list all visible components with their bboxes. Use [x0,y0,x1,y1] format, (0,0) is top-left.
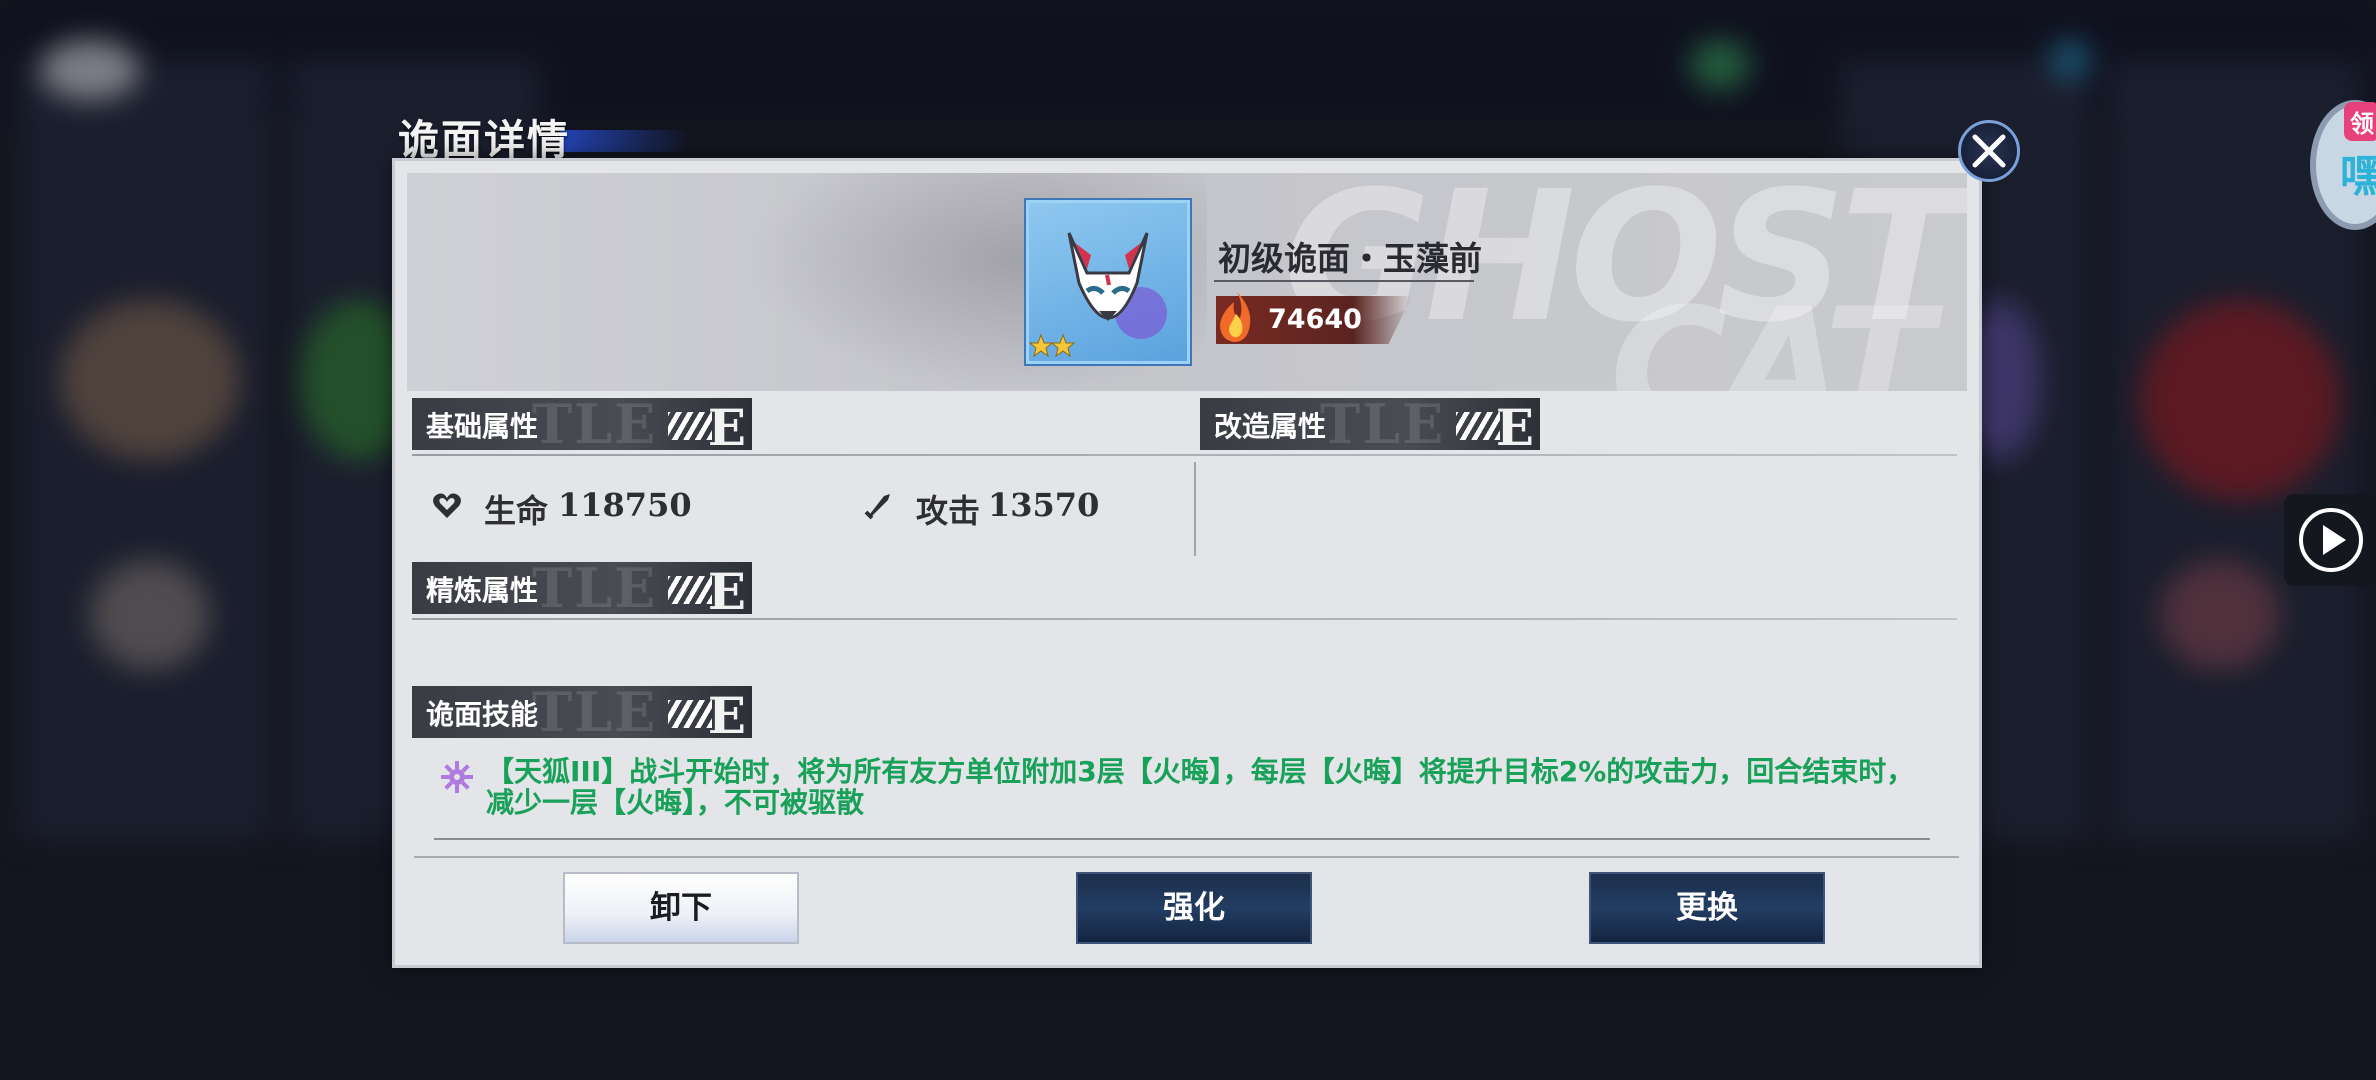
close-button[interactable] [1958,120,2020,182]
heart-icon [433,493,461,518]
atk-label: 攻击 [916,492,981,530]
sword-icon [864,494,890,520]
enhance-button[interactable]: 强化 [1076,872,1312,944]
skill-gear-icon [441,761,473,793]
flame-icon [1220,292,1251,342]
section-title-modify: 改造属性 [1214,410,1327,443]
buttons-divider [414,856,1959,858]
unequip-button[interactable]: 卸下 [563,872,799,944]
section-header-modify: TLE E 改造属性 [1200,398,1540,450]
replace-button[interactable]: 更换 [1589,872,1825,944]
section-header-base: TLE E 基础属性 [412,398,752,450]
title-accent [560,130,690,152]
banner-watermark-2: CAT [1609,273,1933,391]
stats-vertical-divider [1194,462,1196,556]
section-title-skill: 诡面技能 [426,698,539,731]
section-header-refine: TLE E 精炼属性 [412,562,752,614]
section-divider-refine [412,618,1957,620]
side-avatar-char: 嘿 [2340,151,2376,202]
modal-title: 诡面详情 [398,116,570,164]
skill-divider [434,838,1930,840]
power-value: 74640 [1268,304,1362,335]
side-play-button[interactable] [2284,494,2376,586]
section-divider [412,454,1957,456]
section-header-skill: TLE E 诡面技能 [412,686,752,738]
item-name: 初级诡面・玉藻前 [1218,239,1482,278]
star-rating-icon [1029,333,1076,358]
hp-value: 118750 [558,486,692,524]
skill-description: 【天狐III】战斗开始时，将为所有友方单位附加3层【火晦】，每层【火晦】将提升目… [486,755,1915,819]
hp-label: 生命 [484,492,549,530]
item-name-underline [1214,280,1474,282]
play-icon [2299,508,2363,572]
section-title-refine: 精炼属性 [426,574,539,607]
fox-mask-item-icon[interactable] [1026,200,1190,364]
atk-value: 13570 [988,486,1100,524]
side-badge: 领 [2344,102,2376,141]
close-icon [1972,134,2006,168]
section-title-base: 基础属性 [426,410,539,443]
